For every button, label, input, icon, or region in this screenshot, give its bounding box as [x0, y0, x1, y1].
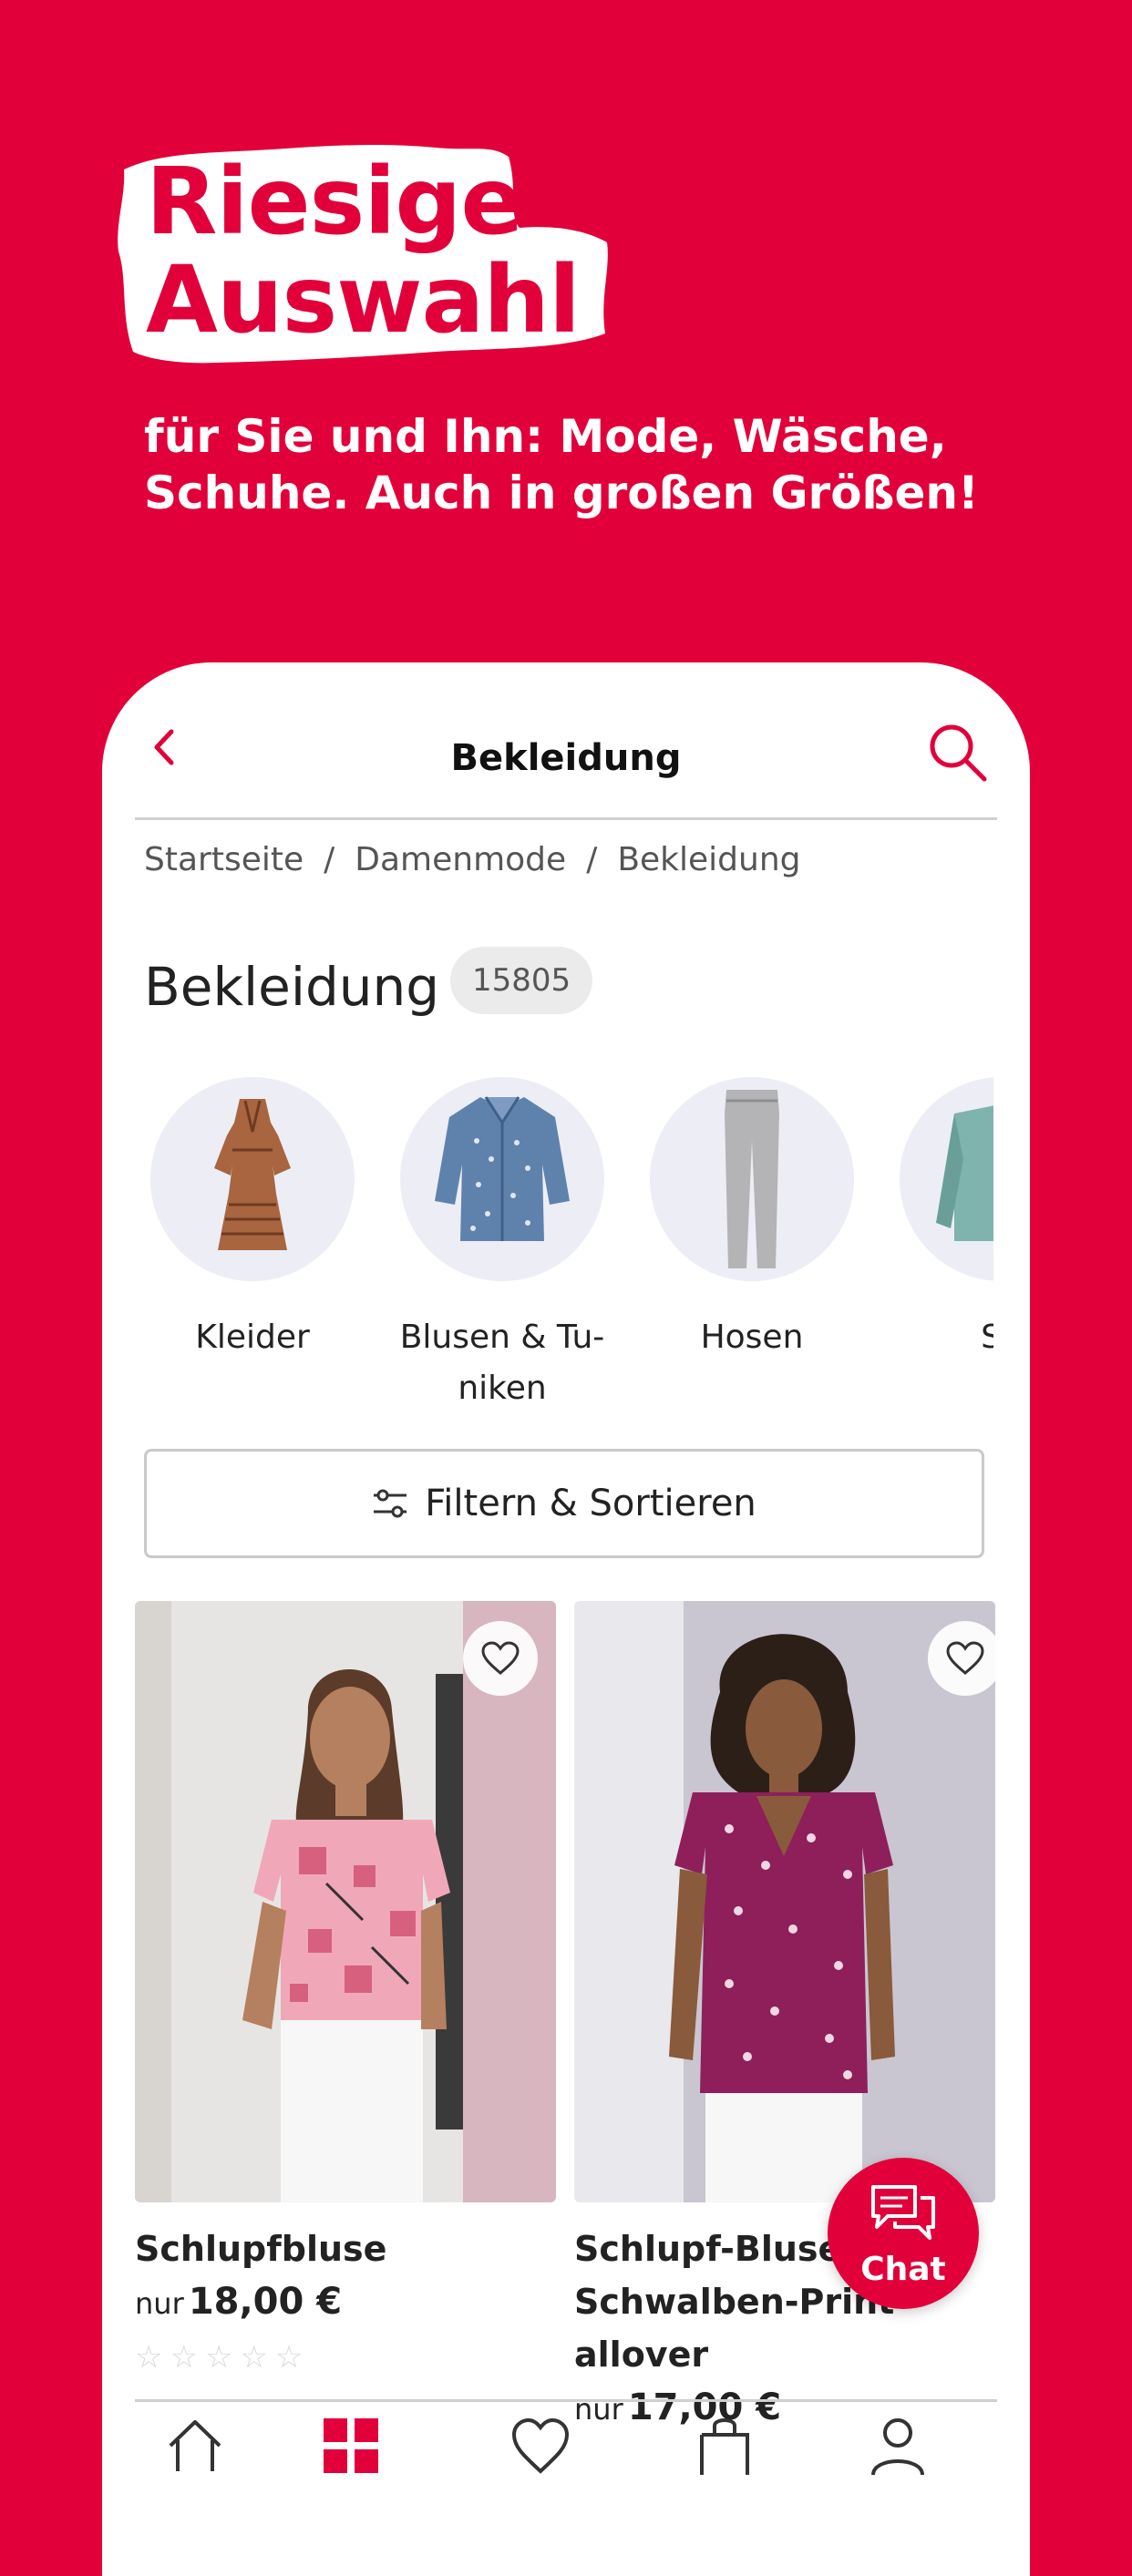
- category-image-cardigan: [900, 1077, 993, 1281]
- header-divider: [135, 817, 997, 820]
- app-header: Bekleidung: [102, 662, 1030, 817]
- heart-icon: [481, 1641, 520, 1675]
- favorite-button[interactable]: [463, 1621, 538, 1696]
- category-carousel[interactable]: Kleider Blusen & Tu- niken Hosen S: [139, 1077, 993, 1442]
- category-item-shirts[interactable]: Sh: [888, 1077, 993, 1363]
- home-icon[interactable]: [163, 2411, 227, 2475]
- breadcrumb-home[interactable]: Startseite: [144, 841, 304, 878]
- heart-icon[interactable]: [509, 2411, 572, 2475]
- promo-subline: für Sie und Ihn: Mode, Wäsche, Schuhe. A…: [144, 410, 979, 519]
- category-item-hosen[interactable]: Hosen: [638, 1077, 866, 1363]
- chat-bubbles-icon: [871, 2185, 935, 2240]
- product-card[interactable]: Schlupf-Bluse Schwalben-Print allover nu…: [574, 1601, 995, 2428]
- category-image-dress: [150, 1077, 355, 1281]
- product-price: nur 18,00 €: [135, 2281, 556, 2323]
- category-image-trousers: [650, 1077, 854, 1281]
- filter-sort-button[interactable]: Filtern & Sortieren: [144, 1449, 984, 1558]
- heart-icon: [946, 1641, 984, 1675]
- category-label: Blusen & Tu- niken: [399, 1319, 605, 1407]
- headline-line-1: Riesige: [146, 148, 524, 256]
- product-image[interactable]: [135, 1601, 556, 2202]
- category-label: Sh: [981, 1319, 993, 1356]
- product-image[interactable]: [574, 1601, 995, 2202]
- category-label: Hosen: [700, 1319, 804, 1356]
- category-item-kleider[interactable]: Kleider: [139, 1077, 366, 1363]
- categories-icon[interactable]: [320, 2411, 384, 2475]
- chat-button[interactable]: Chat: [828, 2158, 979, 2309]
- filter-sort-label: Filtern & Sortieren: [425, 1483, 756, 1524]
- price-amount: 18,00 €: [188, 2281, 343, 2323]
- category-item-blusen[interactable]: Blusen & Tu- niken: [388, 1077, 616, 1414]
- result-count-badge: 15805: [450, 947, 593, 1014]
- breadcrumb-current: Bekleidung: [617, 841, 801, 878]
- favorite-button[interactable]: [928, 1621, 995, 1696]
- search-icon[interactable]: [926, 721, 990, 785]
- breadcrumb-separator: /: [324, 841, 335, 878]
- app-screen: Bekleidung Startseite / Damenmode / Bekleidu…: [102, 662, 1030, 2576]
- breadcrumb-separator: /: [586, 841, 598, 878]
- product-card[interactable]: Schlupfbluse nur 18,00 € ☆☆☆☆☆: [135, 1601, 556, 2376]
- chat-label: Chat: [860, 2251, 946, 2288]
- breadcrumb-damenmode[interactable]: Damenmode: [355, 841, 566, 878]
- bottom-tab-bar: [135, 2399, 997, 2576]
- account-icon[interactable]: [866, 2411, 930, 2475]
- price-prefix: nur: [135, 2286, 184, 2321]
- headline-line-2: Auswahl: [146, 246, 581, 354]
- bag-icon[interactable]: [693, 2411, 756, 2475]
- category-image-blouse: [400, 1077, 604, 1281]
- rating-stars: ☆☆☆☆☆: [135, 2339, 311, 2376]
- page-title: Bekleidung: [144, 956, 440, 1018]
- category-label: Kleider: [195, 1319, 310, 1356]
- product-name[interactable]: Schlupfbluse: [135, 2222, 556, 2275]
- sliders-icon: [374, 1489, 407, 1518]
- header-title: Bekleidung: [450, 737, 682, 779]
- breadcrumb: Startseite / Damenmode / Bekleidung: [144, 841, 801, 878]
- promo-headline: Riesige Auswahl: [146, 153, 581, 350]
